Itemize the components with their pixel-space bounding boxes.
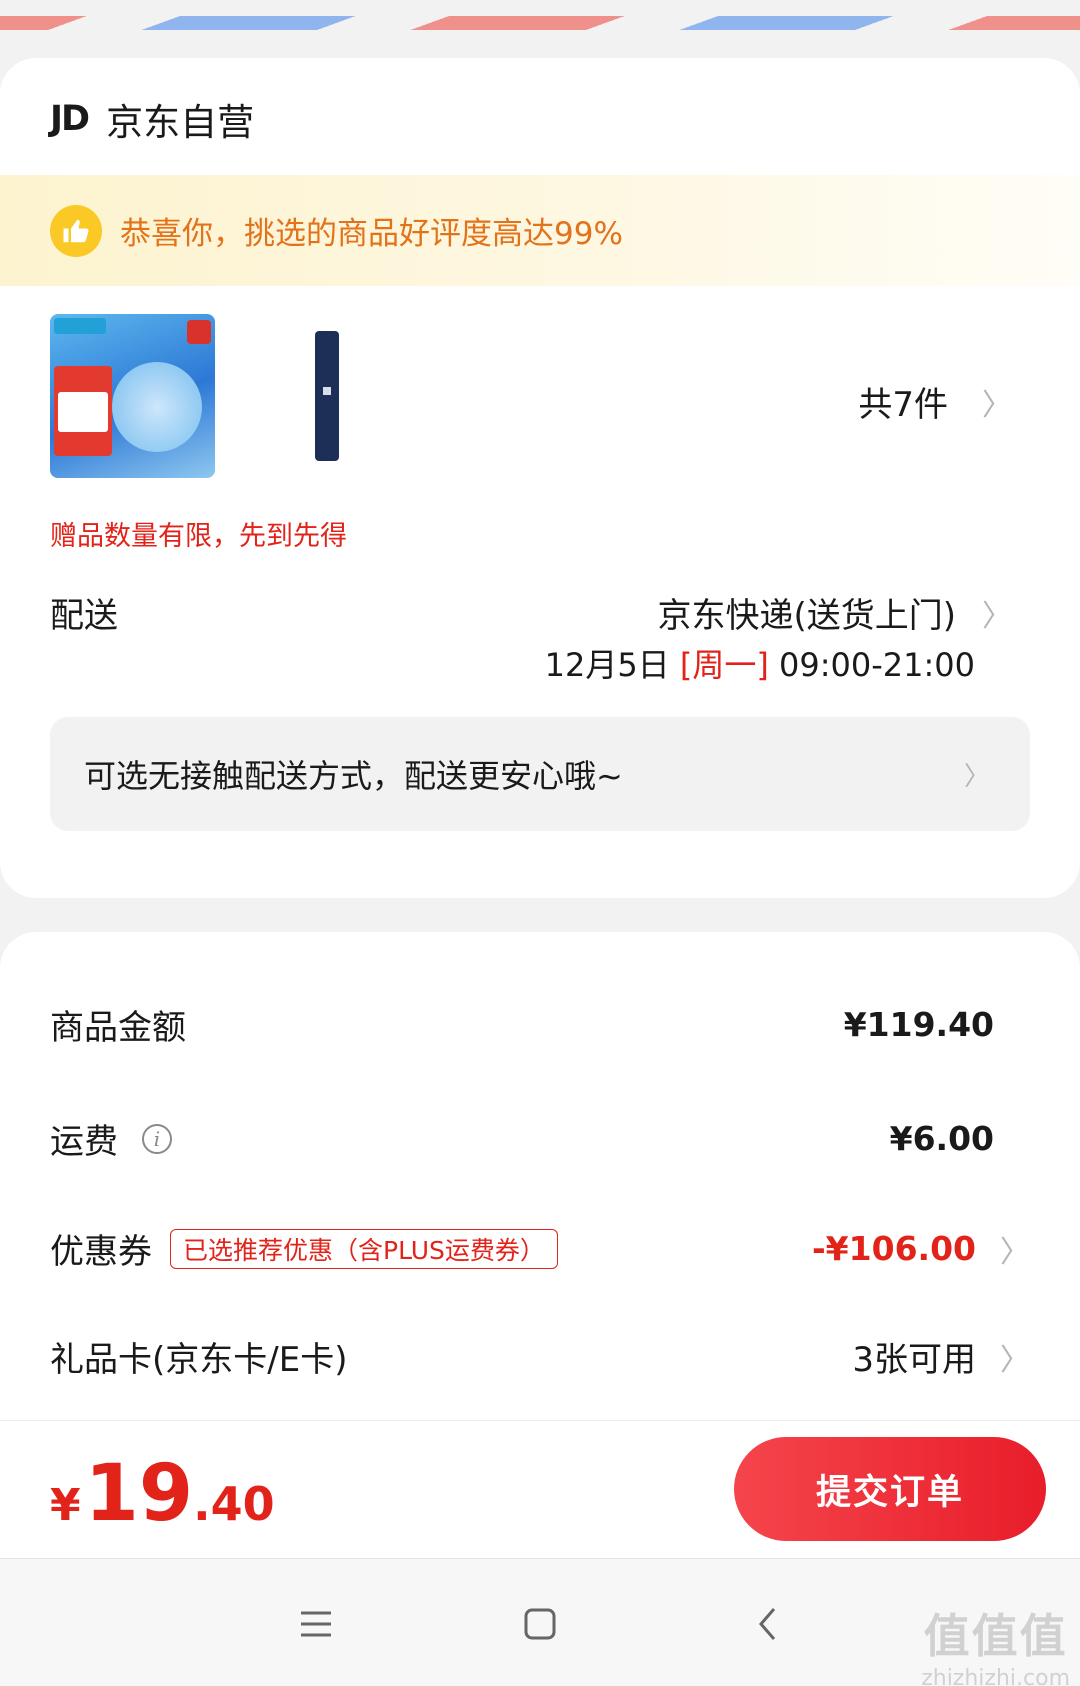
praise-banner: 恭喜你，挑选的商品好评度高达99% xyxy=(0,175,1080,286)
total-decimal: .40 xyxy=(193,1477,275,1531)
shipping-method-link[interactable]: 京东快递(送货上门) 〉 xyxy=(657,588,1012,637)
giftcard-label: 礼品卡(京东卡/E卡) xyxy=(50,1340,348,1380)
shipping-date: 12月5日 xyxy=(544,646,670,684)
shop-name: 京东自营 xyxy=(106,101,255,144)
product-count: 共7件 xyxy=(858,385,948,425)
product-thumbnails[interactable] xyxy=(50,314,339,478)
contactless-text: 可选无接触配送方式，配送更安心哦~ xyxy=(84,757,623,795)
system-nav-bar xyxy=(0,1558,1080,1686)
total-currency: ¥ xyxy=(50,1480,81,1531)
shipping-time: 12月5日 [周一] 09:00-21:00 xyxy=(545,640,975,686)
chevron-right-icon: 〉 xyxy=(963,761,990,792)
jd-logo: JD xyxy=(50,99,90,139)
contactless-delivery-option[interactable]: 可选无接触配送方式，配送更安心哦~ 〉 xyxy=(50,717,1030,831)
freight-row: 运费 i ¥6.00 xyxy=(50,1114,1030,1163)
watermark-url: zhizhizhi.com xyxy=(921,1666,1070,1686)
praise-text: 恭喜你，挑选的商品好评度高达99% xyxy=(120,216,623,252)
chevron-right-icon: 〉 xyxy=(1000,1342,1030,1378)
chevron-right-icon: 〉 xyxy=(982,387,1012,423)
gift-note: 赠品数量有限，先到先得 xyxy=(50,521,347,552)
menu-icon[interactable] xyxy=(286,1599,346,1649)
giftcard-row[interactable]: 礼品卡(京东卡/E卡) 3张可用 〉 xyxy=(50,1332,1030,1381)
envelope-stripe-decoration xyxy=(0,16,1080,46)
home-icon[interactable] xyxy=(510,1599,570,1649)
freight-label: 运费 xyxy=(50,1122,118,1162)
shop-header: JD 京东自营 xyxy=(50,92,254,146)
shipping-weekday: [周一] xyxy=(679,646,769,684)
thumbs-up-icon xyxy=(50,204,102,257)
goods-amount-label: 商品金额 xyxy=(50,1008,186,1048)
coupon-tag: 已选推荐优惠（含PLUS运费券） xyxy=(170,1228,558,1269)
coupon-label: 优惠券 xyxy=(50,1232,152,1272)
freight-value: ¥6.00 xyxy=(889,1119,994,1158)
product-count-link[interactable]: 共7件 〉 xyxy=(858,377,1012,426)
giftcard-value: 3张可用 xyxy=(852,1340,976,1380)
shipping-method: 京东快递(送货上门) xyxy=(657,596,956,636)
goods-amount-row: 商品金额 ¥119.40 xyxy=(50,1000,1030,1049)
watermark-logo: 值值值 xyxy=(923,1609,1068,1663)
shipping-window: 09:00-21:00 xyxy=(779,646,975,684)
info-icon[interactable]: i xyxy=(142,1123,172,1154)
total-price: ¥ 19 .40 xyxy=(50,1449,275,1539)
chevron-right-icon: 〉 xyxy=(982,598,1012,634)
back-icon[interactable] xyxy=(738,1599,798,1649)
product-image-gift[interactable] xyxy=(315,331,339,461)
goods-amount-value: ¥119.40 xyxy=(843,1005,994,1044)
submit-order-button[interactable]: 提交订单 xyxy=(734,1437,1046,1541)
watermark: 值值值 zhizhizhi.com xyxy=(921,1600,1070,1686)
coupon-row[interactable]: 优惠券 已选推荐优惠（含PLUS运费券） -¥106.00 〉 xyxy=(50,1224,1030,1273)
chevron-right-icon: 〉 xyxy=(1000,1234,1030,1270)
shipping-label: 配送 xyxy=(50,596,118,636)
coupon-value: -¥106.00 xyxy=(811,1229,976,1268)
total-integer: 19 xyxy=(84,1449,194,1539)
checkout-bar: ¥ 19 .40 提交订单 xyxy=(0,1420,1080,1558)
product-image-floss[interactable] xyxy=(50,314,215,478)
